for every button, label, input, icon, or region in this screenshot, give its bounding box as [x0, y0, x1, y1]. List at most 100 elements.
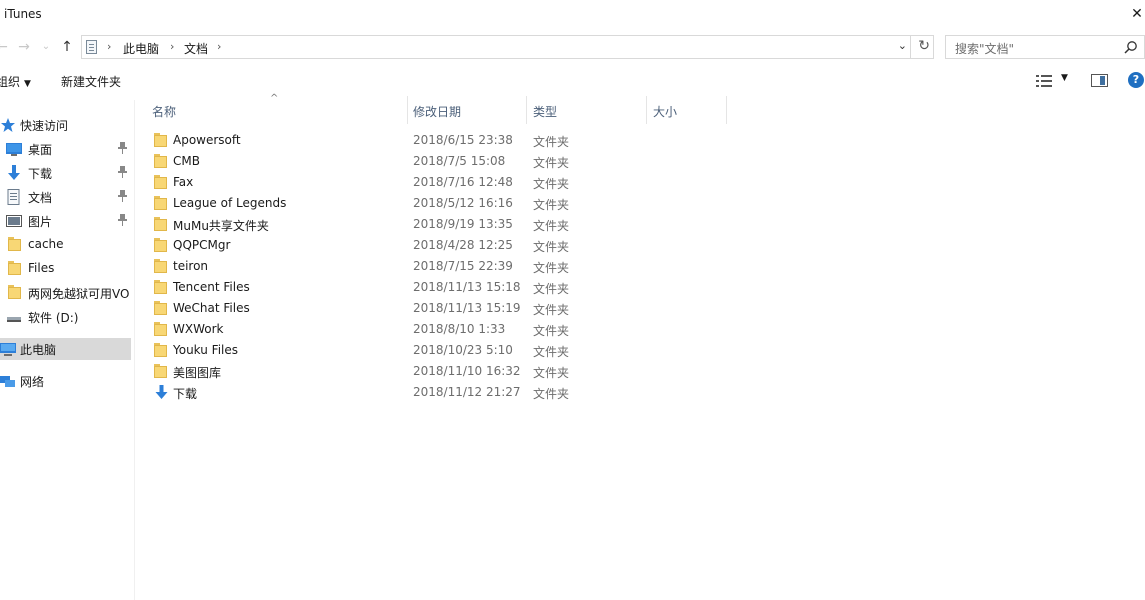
file-list: ^ 名称 修改日期 类型 大小 Apowersoft 2018/6/15 23:… — [136, 93, 1145, 600]
nav-item-label: 图片 — [28, 215, 53, 229]
file-name: MuMu共享文件夹 — [173, 219, 269, 233]
column-header-name[interactable]: 名称 — [146, 96, 408, 124]
refresh-button[interactable]: ↻ — [918, 38, 930, 54]
nav-item-network[interactable]: 网络 — [0, 370, 131, 392]
pin-icon — [118, 142, 127, 154]
folder-icon — [154, 322, 169, 336]
column-header-date-modified[interactable]: 修改日期 — [407, 96, 527, 124]
column-header-label: 大小 — [653, 105, 678, 119]
address-bar[interactable]: › 此电脑 › 文档 › ⌄ ↻ — [81, 35, 934, 59]
file-name: Tencent Files — [173, 280, 250, 294]
breadcrumb-separator[interactable]: › — [107, 40, 111, 53]
download-arrow-icon — [8, 165, 20, 180]
breadcrumb-separator[interactable]: › — [170, 40, 174, 53]
column-header-type[interactable]: 类型 — [527, 96, 647, 124]
file-row[interactable]: teiron 2018/7/15 22:39 文件夹 — [150, 256, 1140, 277]
pin-icon — [118, 214, 127, 226]
drive-icon — [7, 317, 21, 322]
nav-item-drive-d[interactable]: 软件 (D:) — [0, 306, 131, 328]
folder-icon — [154, 364, 169, 378]
command-bar: 组织 ▼ 新建文件夹 ▼ ? — [0, 66, 1145, 96]
search-input[interactable]: 搜索"文档" — [955, 40, 1014, 57]
file-row[interactable]: MuMu共享文件夹 2018/9/19 13:35 文件夹 — [150, 214, 1140, 235]
forward-button[interactable]: → — [16, 38, 32, 56]
pictures-icon — [6, 215, 22, 227]
search-icon[interactable] — [1124, 40, 1138, 54]
nav-item-label: cache — [28, 237, 64, 251]
folder-icon — [154, 196, 169, 210]
file-type: 文件夹 — [533, 156, 570, 170]
back-button[interactable]: ← — [0, 38, 10, 56]
nav-item-documents[interactable]: 文档 — [0, 186, 131, 208]
search-box[interactable]: 搜索"文档" — [945, 35, 1145, 59]
preview-pane-button[interactable] — [1091, 74, 1108, 87]
change-view-button[interactable]: ▼ — [1036, 72, 1074, 90]
view-details-icon — [1036, 75, 1052, 87]
file-date-modified: 2018/11/10 16:32 — [413, 364, 521, 378]
column-header-label: 类型 — [533, 105, 558, 119]
file-type: 文件夹 — [533, 261, 570, 275]
new-folder-button[interactable]: 新建文件夹 — [61, 73, 121, 90]
file-date-modified: 2018/11/12 21:27 — [413, 385, 521, 399]
organize-label: 组织 — [0, 75, 21, 89]
file-row[interactable]: CMB 2018/7/5 15:08 文件夹 — [150, 151, 1140, 172]
nav-item-label: 快速访问 — [20, 119, 69, 133]
nav-item-quick-access[interactable]: 快速访问 — [0, 114, 131, 136]
file-name: CMB — [173, 154, 200, 168]
folder-icon — [154, 133, 169, 147]
file-row[interactable]: League of Legends 2018/5/12 16:16 文件夹 — [150, 193, 1140, 214]
nav-item-files[interactable]: Files — [0, 258, 131, 280]
documents-location-icon — [86, 40, 97, 54]
network-icon — [0, 376, 15, 387]
star-icon — [1, 118, 15, 132]
file-name: 下载 — [173, 387, 198, 401]
nav-item-cache[interactable]: cache — [0, 234, 131, 256]
nav-item-label: 此电脑 — [20, 343, 57, 357]
file-name: Fax — [173, 175, 194, 189]
breadcrumb-this-pc[interactable]: 此电脑 — [123, 40, 159, 57]
column-header-label: 修改日期 — [413, 105, 462, 119]
breadcrumb-separator[interactable]: › — [217, 40, 221, 53]
nav-item-downloads[interactable]: 下载 — [0, 162, 131, 184]
nav-item-desktop[interactable]: 桌面 — [0, 138, 131, 160]
folder-icon — [154, 154, 169, 168]
nav-item-this-pc[interactable]: 此电脑 — [0, 338, 131, 360]
folder-icon — [8, 261, 24, 277]
address-divider — [910, 36, 911, 58]
organize-button[interactable]: 组织 ▼ — [0, 73, 31, 90]
nav-item-vpn-folder[interactable]: 两网免越狱可用VO — [0, 282, 131, 304]
file-row[interactable]: Youku Files 2018/10/23 5:10 文件夹 — [150, 340, 1140, 361]
file-date-modified: 2018/11/13 15:19 — [413, 301, 521, 315]
file-row[interactable]: 美图图库 2018/11/10 16:32 文件夹 — [150, 361, 1140, 382]
file-row[interactable]: QQPCMgr 2018/4/28 12:25 文件夹 — [150, 235, 1140, 256]
up-button[interactable]: ↑ — [59, 38, 75, 56]
help-button[interactable]: ? — [1128, 72, 1144, 88]
file-explorer-window: iTunes ✕ ← → ⌄ ↑ › 此电脑 › 文档 › ⌄ ↻ 搜索"文档" — [0, 0, 1145, 600]
file-row[interactable]: 下载 2018/11/12 21:27 文件夹 — [150, 382, 1140, 403]
file-type: 文件夹 — [533, 219, 570, 233]
file-row[interactable]: WXWork 2018/8/10 1:33 文件夹 — [150, 319, 1140, 340]
desktop-icon — [6, 143, 22, 156]
nav-item-label: 两网免越狱可用VO — [28, 287, 130, 301]
file-type: 文件夹 — [533, 240, 570, 254]
file-name: QQPCMgr — [173, 238, 231, 252]
folder-icon — [8, 285, 24, 301]
close-button[interactable]: ✕ — [1131, 5, 1143, 23]
column-header-label: 名称 — [152, 105, 177, 119]
file-type: 文件夹 — [533, 282, 570, 296]
file-row[interactable]: Apowersoft 2018/6/15 23:38 文件夹 — [150, 130, 1140, 151]
file-row[interactable]: Fax 2018/7/16 12:48 文件夹 — [150, 172, 1140, 193]
recent-locations-button[interactable]: ⌄ — [38, 38, 54, 56]
nav-item-pictures[interactable]: 图片 — [0, 210, 131, 232]
folder-icon — [154, 217, 169, 231]
file-type: 文件夹 — [533, 366, 570, 380]
file-row[interactable]: WeChat Files 2018/11/13 15:19 文件夹 — [150, 298, 1140, 319]
file-name: Youku Files — [173, 343, 239, 357]
address-dropdown-button[interactable]: ⌄ — [898, 39, 907, 52]
file-row[interactable]: Tencent Files 2018/11/13 15:18 文件夹 — [150, 277, 1140, 298]
file-name: WXWork — [173, 322, 224, 336]
pin-icon — [118, 166, 127, 178]
breadcrumb-documents[interactable]: 文档 — [184, 40, 208, 57]
file-date-modified: 2018/5/12 16:16 — [413, 196, 513, 210]
column-header-size[interactable]: 大小 — [647, 96, 727, 124]
